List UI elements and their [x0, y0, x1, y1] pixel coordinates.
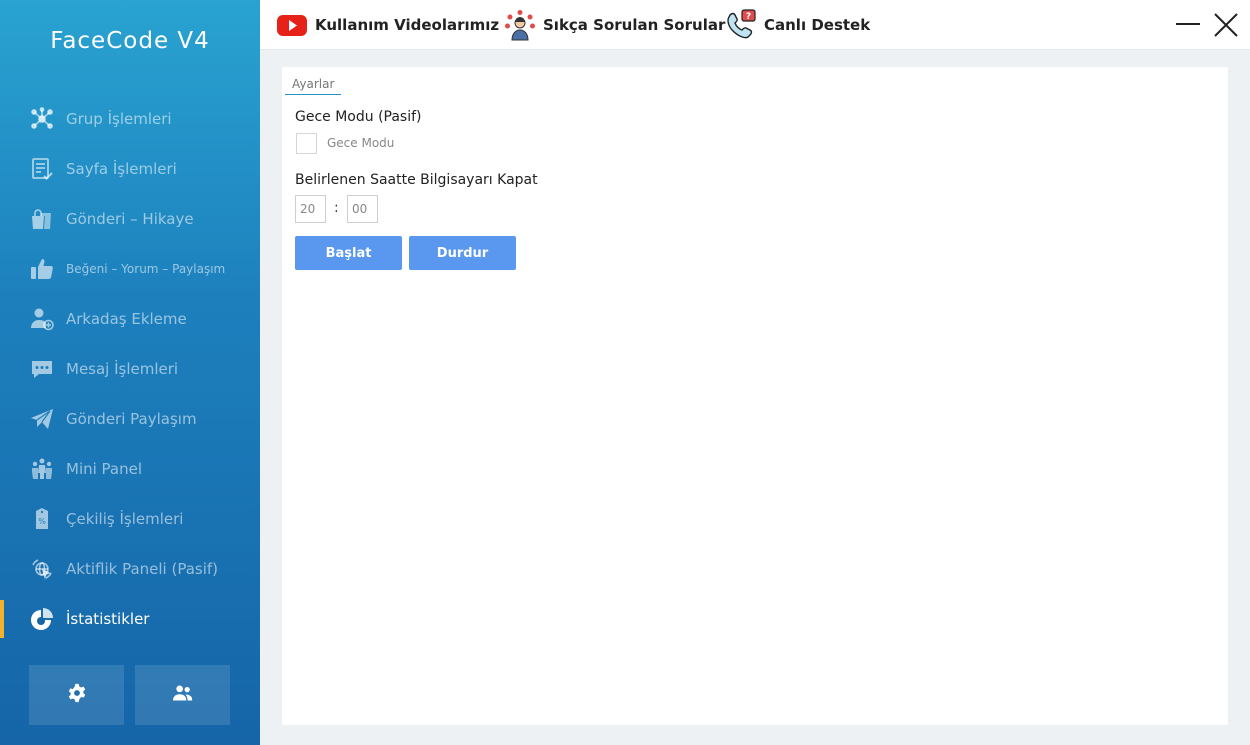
- sidebar-item-gonderi-hikaye[interactable]: Gönderi – Hikaye: [0, 194, 260, 244]
- sidebar-item-label: Grup İşlemleri: [66, 110, 172, 128]
- network-icon: [30, 107, 54, 131]
- pie-chart-icon: [30, 607, 54, 631]
- sidebar-item-cekilis-islemleri[interactable]: % Çekiliş İşlemleri: [0, 494, 260, 544]
- document-check-icon: [30, 157, 54, 181]
- settings-panel: Ayarlar Gece Modu (Pasif) Gece Modu Beli…: [282, 67, 1228, 725]
- sidebar-item-arkadas-ekleme[interactable]: Arkadaş Ekleme: [0, 294, 260, 344]
- minimize-icon: [1175, 23, 1201, 42]
- sidebar-item-begeni-yorum-paylasim[interactable]: Beğeni – Yorum – Paylaşım: [0, 244, 260, 294]
- add-user-icon: [30, 307, 54, 331]
- shutdown-title: Belirlenen Saatte Bilgisayarı Kapat: [295, 172, 538, 188]
- settings-button[interactable]: [29, 665, 124, 725]
- tab-settings[interactable]: Ayarlar: [285, 77, 342, 95]
- chat-bubble-icon: [30, 357, 54, 381]
- sidebar-item-label: Mini Panel: [66, 460, 143, 478]
- faq-person-icon: [503, 8, 537, 42]
- live-support-link[interactable]: ? Canlı Destek: [724, 8, 870, 42]
- svg-text:%: %: [38, 517, 46, 526]
- shopping-bags-icon: [30, 207, 54, 231]
- sidebar-item-istatistikler[interactable]: İstatistikler: [0, 594, 260, 644]
- sidebar-item-label: Mesaj İşlemleri: [66, 360, 179, 378]
- minute-input[interactable]: 00: [347, 195, 378, 223]
- svg-text:?: ?: [746, 12, 751, 22]
- sidebar-item-label: Sayfa İşlemleri: [66, 160, 177, 178]
- sidebar-item-gonderi-paylasim[interactable]: Gönderi Paylaşım: [0, 394, 260, 444]
- youtube-icon: [275, 8, 309, 42]
- sidebar-item-grup-islemleri[interactable]: Grup İşlemleri: [0, 94, 260, 144]
- app-title: FaceCode V4: [50, 28, 210, 54]
- top-bar: Kullanım Videolarımız Sıkça Sorulan Soru…: [260, 0, 1250, 50]
- start-button[interactable]: Başlat: [295, 236, 402, 270]
- sidebar-item-mesaj-islemleri[interactable]: Mesaj İşlemleri: [0, 344, 260, 394]
- sidebar-item-label: Gönderi – Hikaye: [66, 210, 194, 228]
- sidebar-item-sayfa-islemleri[interactable]: Sayfa İşlemleri: [0, 144, 260, 194]
- sidebar-item-label: Beğeni – Yorum – Paylaşım: [66, 262, 226, 276]
- users-button[interactable]: [135, 665, 230, 725]
- usage-videos-link[interactable]: Kullanım Videolarımız: [275, 8, 499, 42]
- stop-button[interactable]: Durdur: [409, 236, 516, 270]
- close-icon: [1213, 13, 1239, 42]
- sidebar-item-label: Aktiflik Paneli (Pasif): [66, 560, 218, 578]
- sidebar-item-label: Arkadaş Ekleme: [66, 310, 187, 328]
- globe-cursor-icon: [30, 557, 54, 581]
- usage-videos-label: Kullanım Videolarımız: [315, 16, 500, 34]
- gear-icon: [67, 683, 87, 707]
- support-phone-icon: ?: [724, 8, 758, 42]
- faq-label: Sıkça Sorulan Sorular: [543, 16, 726, 34]
- sidebar-item-mini-panel[interactable]: Mini Panel: [0, 444, 260, 494]
- paper-plane-icon: [30, 407, 54, 431]
- sidebar-item-label: İstatistikler: [66, 610, 150, 628]
- time-separator: :: [334, 200, 339, 216]
- night-mode-title: Gece Modu (Pasif): [295, 109, 422, 125]
- sidebar-item-label: Çekiliş İşlemleri: [66, 510, 184, 528]
- sidebar-item-label: Gönderi Paylaşım: [66, 410, 197, 428]
- sidebar-nav: Grup İşlemleri Sayfa İşlemleri Gönderi –…: [0, 94, 260, 644]
- thumbs-up-icon: [30, 257, 54, 281]
- sidebar: FaceCode V4 Grup İşlemleri Sayfa İşlemle…: [0, 0, 260, 745]
- night-mode-checkbox-label: Gece Modu: [327, 136, 395, 150]
- live-support-label: Canlı Destek: [764, 16, 871, 34]
- ticket-percent-icon: %: [30, 507, 54, 531]
- group-icon: [30, 457, 54, 481]
- hour-input[interactable]: 20: [295, 195, 326, 223]
- sidebar-item-aktiflik-paneli[interactable]: Aktiflik Paneli (Pasif): [0, 544, 260, 594]
- minimize-button[interactable]: [1175, 12, 1201, 38]
- faq-link[interactable]: Sıkça Sorulan Sorular: [503, 8, 725, 42]
- night-mode-checkbox[interactable]: [296, 133, 317, 154]
- close-button[interactable]: [1213, 12, 1239, 38]
- users-icon: [172, 683, 193, 707]
- sidebar-bottom-buttons: [29, 665, 230, 725]
